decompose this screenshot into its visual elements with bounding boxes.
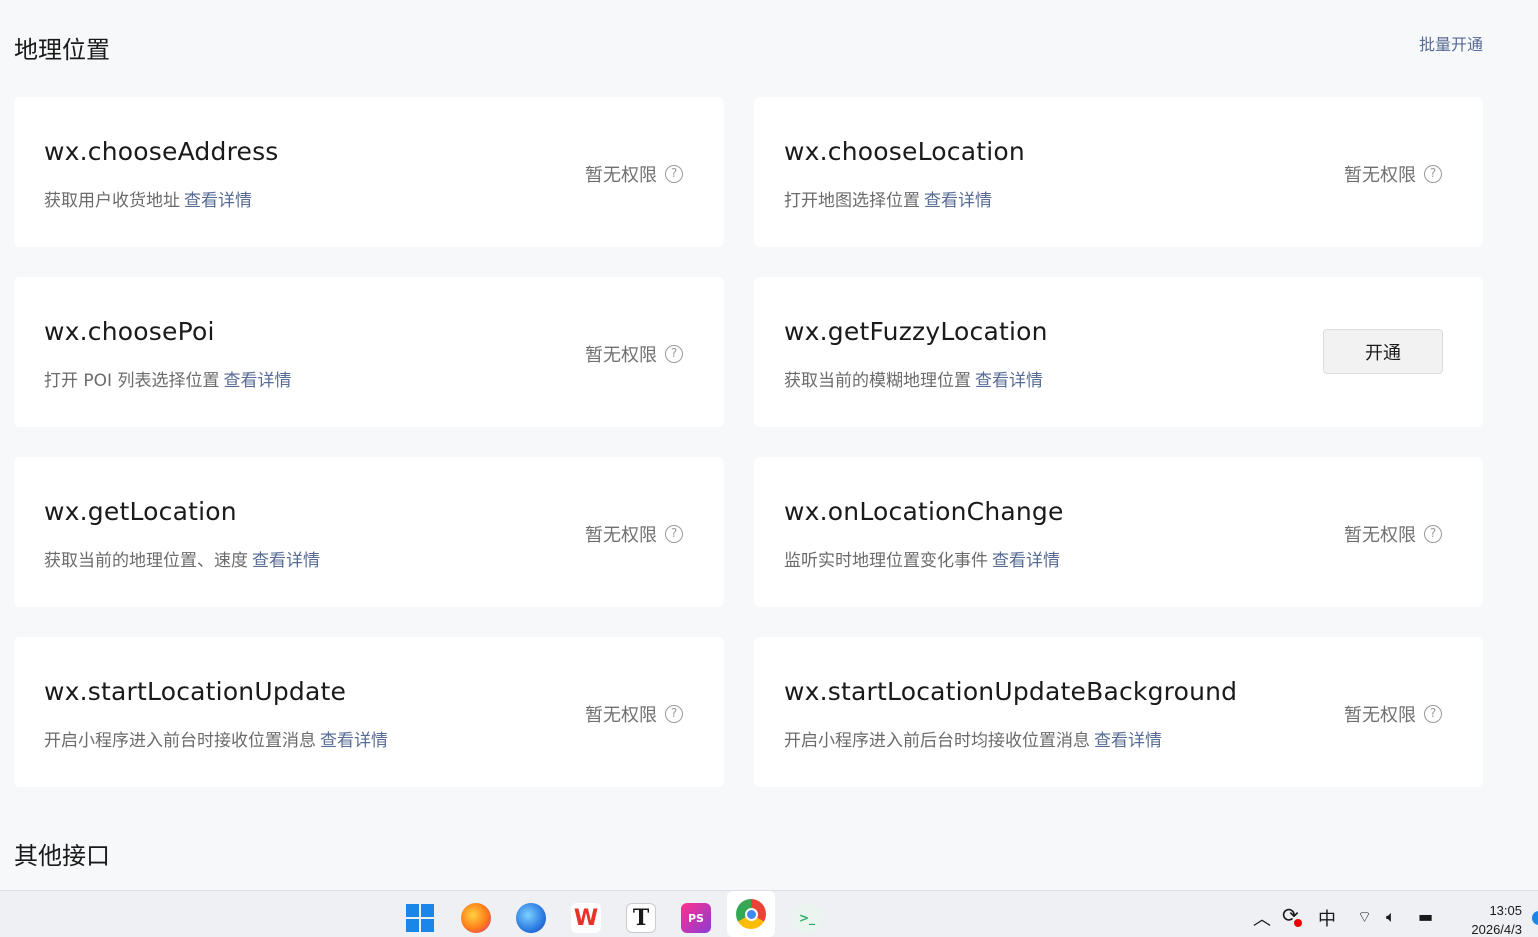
permission-status: 暂无权限? (585, 161, 683, 187)
api-card-get-fuzzy-location: wx.getFuzzyLocation 获取当前的模糊地理位置 查看详情 开通 (754, 277, 1483, 427)
api-card-choose-address: wx.chooseAddress 获取用户收货地址 查看详情 暂无权限? (14, 97, 724, 247)
view-detail-link[interactable]: 查看详情 (1094, 731, 1162, 751)
api-description: 打开 POI 列表选择位置 查看详情 (44, 371, 292, 391)
api-name: wx.getFuzzyLocation (784, 317, 1048, 346)
api-name: wx.getLocation (44, 497, 237, 526)
view-detail-link[interactable]: 查看详情 (992, 551, 1060, 571)
firefox-icon[interactable] (461, 903, 491, 933)
speaker-icon[interactable]: 🔈︎ (1386, 907, 1396, 927)
api-description: 获取用户收货地址 查看详情 (44, 191, 252, 211)
section-title-geo: 地理位置 (14, 36, 110, 64)
api-description: 获取当前的模糊地理位置 查看详情 (784, 371, 1043, 391)
api-name: wx.onLocationChange (784, 497, 1064, 526)
question-circle-icon[interactable]: ? (665, 525, 683, 543)
wechat-devtools-icon[interactable]: >_ (792, 903, 822, 933)
system-clock[interactable]: 13:05 2026/4/3 (1471, 901, 1522, 937)
view-detail-link[interactable]: 查看详情 (223, 371, 291, 391)
permission-status: 暂无权限? (585, 701, 683, 727)
open-button[interactable]: 开通 (1323, 329, 1443, 374)
question-circle-icon[interactable]: ? (1424, 705, 1442, 723)
permission-status: 暂无权限? (585, 521, 683, 547)
api-name: wx.chooseLocation (784, 137, 1025, 166)
taskbar: W T PS >_ ︿ ⟳ 中 ⌔ 🔈︎ ▬ 13:05 2026/4/3 (0, 890, 1538, 937)
question-circle-icon[interactable]: ? (665, 345, 683, 363)
question-circle-icon[interactable]: ? (1424, 525, 1442, 543)
question-circle-icon[interactable]: ? (665, 165, 683, 183)
chevron-up-icon[interactable]: ︿ (1253, 905, 1271, 931)
ime-indicator[interactable]: 中 (1318, 905, 1336, 931)
api-description: 监听实时地理位置变化事件 查看详情 (784, 551, 1060, 571)
permission-status: 暂无权限? (1344, 521, 1442, 547)
question-circle-icon[interactable]: ? (665, 705, 683, 723)
notification-badge[interactable] (1532, 911, 1538, 925)
firefox-dev-icon[interactable] (516, 903, 546, 933)
clock-time: 13:05 (1489, 903, 1522, 918)
permission-status: 暂无权限? (1344, 161, 1442, 187)
question-circle-icon[interactable]: ? (1424, 165, 1442, 183)
windows-start-icon[interactable] (405, 903, 435, 933)
api-name: wx.startLocationUpdate (44, 677, 347, 706)
wifi-icon[interactable]: ⌔ (1357, 907, 1372, 927)
clock-date: 2026/4/3 (1471, 922, 1522, 937)
api-card-choose-location: wx.chooseLocation 打开地图选择位置 查看详情 暂无权限? (754, 97, 1483, 247)
api-card-start-location-update: wx.startLocationUpdate 开启小程序进入前台时接收位置消息查… (14, 637, 724, 787)
phpstorm-icon[interactable]: PS (681, 903, 711, 933)
api-description: 开启小程序进入前台时接收位置消息 查看详情 (44, 731, 388, 751)
api-name: wx.choosePoi (44, 317, 215, 346)
typora-icon[interactable]: T (626, 903, 656, 933)
api-name: wx.startLocationUpdateBackground (784, 677, 1238, 706)
sync-icon[interactable]: ⟳ (1282, 903, 1302, 927)
api-description: 获取当前的地理位置、速度 查看详情 (44, 551, 320, 571)
permission-status: 暂无权限? (1344, 701, 1442, 727)
view-detail-link[interactable]: 查看详情 (252, 551, 320, 571)
view-detail-link[interactable]: 查看详情 (184, 191, 252, 211)
view-detail-link[interactable]: 查看详情 (924, 191, 992, 211)
section-title-other: 其他接口 (14, 842, 110, 870)
view-detail-link[interactable]: 查看详情 (320, 731, 388, 751)
permission-status: 暂无权限? (585, 341, 683, 367)
api-card-get-location: wx.getLocation 获取当前的地理位置、速度 查看详情 暂无权限? (14, 457, 724, 607)
api-card-on-location-change: wx.onLocationChange 监听实时地理位置变化事件 查看详情 暂无权… (754, 457, 1483, 607)
api-description: 打开地图选择位置 查看详情 (784, 191, 992, 211)
api-description: 开启小程序进入前后台时均接收位置消息 查看详情 (784, 731, 1162, 751)
api-card-choose-poi: wx.choosePoi 打开 POI 列表选择位置 查看详情 暂无权限? (14, 277, 724, 427)
api-card-start-location-update-background: wx.startLocationUpdateBackground 开启小程序进入… (754, 637, 1483, 787)
battery-icon[interactable]: ▬ (1418, 907, 1433, 926)
wps-icon[interactable]: W (571, 903, 601, 933)
chrome-icon[interactable] (727, 891, 775, 937)
batch-open-link[interactable]: 批量开通 (1419, 31, 1483, 55)
api-name: wx.chooseAddress (44, 137, 279, 166)
view-detail-link[interactable]: 查看详情 (975, 371, 1043, 391)
